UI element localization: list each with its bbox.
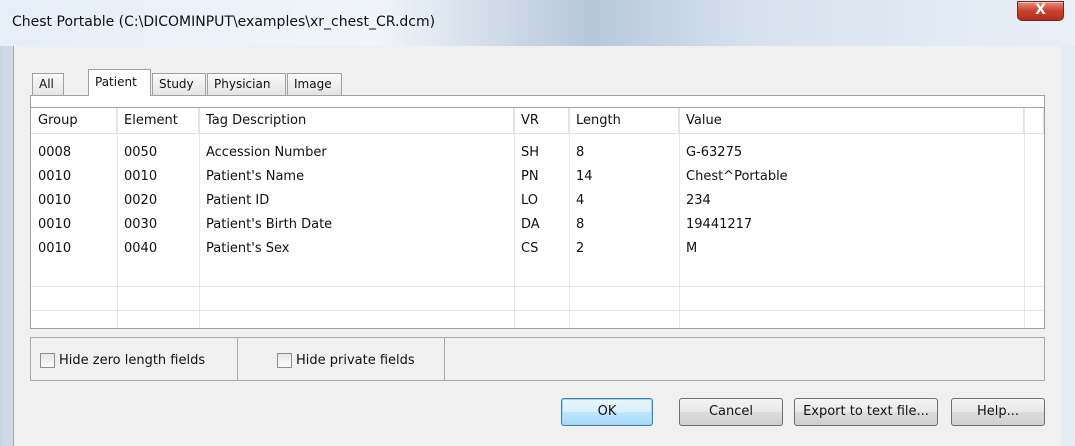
cell-vr: PN bbox=[521, 169, 539, 184]
cell-value: M bbox=[686, 241, 698, 256]
window-title: Chest Portable (C:\DICOMINPUT\examples\x… bbox=[12, 14, 436, 30]
cell-length: 14 bbox=[576, 169, 593, 184]
cell-element: 0010 bbox=[124, 169, 158, 184]
cell-tag-description: Accession Number bbox=[206, 145, 327, 160]
tab-all-label: All bbox=[39, 77, 54, 91]
panel-top-strip bbox=[31, 96, 1044, 108]
cell-length: 8 bbox=[576, 145, 585, 160]
column-header-value[interactable]: Value bbox=[679, 108, 1024, 134]
dicom-tags-dialog: Chest Portable (C:\DICOMINPUT\examples\x… bbox=[0, 0, 1075, 446]
grid-line bbox=[31, 286, 1044, 287]
cell-length: 2 bbox=[576, 241, 585, 256]
column-header-group[interactable]: Group bbox=[31, 108, 117, 134]
option-separator bbox=[444, 338, 445, 380]
table-row[interactable]: 0010 0030 Patient's Birth Date DA 8 1944… bbox=[31, 213, 1044, 237]
tab-image-label: Image bbox=[294, 77, 332, 91]
column-divider bbox=[679, 108, 680, 328]
cell-value: 234 bbox=[686, 193, 711, 208]
title-bar[interactable]: Chest Portable (C:\DICOMINPUT\examples\x… bbox=[0, 0, 1075, 46]
cell-group: 0010 bbox=[38, 169, 72, 184]
cell-element: 0020 bbox=[124, 193, 158, 208]
close-button[interactable]: X bbox=[1017, 1, 1064, 21]
table-row[interactable]: 0010 0010 Patient's Name PN 14 Chest^Por… bbox=[31, 165, 1044, 189]
column-header-element[interactable]: Element bbox=[117, 108, 199, 134]
dialog-body: All Patient Study Physician Image Group … bbox=[13, 46, 1062, 446]
window-border bbox=[0, 46, 2, 446]
column-divider bbox=[514, 108, 515, 328]
cell-group: 0008 bbox=[38, 145, 72, 160]
hide-zero-length-checkbox[interactable] bbox=[40, 352, 55, 368]
table-header: Group Element Tag Description VR Length … bbox=[31, 108, 1044, 134]
column-divider bbox=[1024, 108, 1025, 328]
cell-group: 0010 bbox=[38, 241, 72, 256]
cancel-button[interactable]: Cancel bbox=[679, 398, 783, 426]
cell-vr: CS bbox=[521, 241, 539, 256]
close-icon: X bbox=[1035, 2, 1046, 18]
cell-value: 19441217 bbox=[686, 217, 753, 232]
table-row[interactable]: 0010 0020 Patient ID LO 4 234 bbox=[31, 189, 1044, 213]
cell-element: 0040 bbox=[124, 241, 158, 256]
hide-zero-length-option[interactable]: Hide zero length fields bbox=[40, 351, 205, 369]
cell-value: Chest^Portable bbox=[686, 169, 788, 184]
column-divider bbox=[569, 108, 570, 328]
cell-tag-description: Patient's Sex bbox=[206, 241, 290, 256]
column-header-filler bbox=[1024, 108, 1044, 134]
cell-element: 0050 bbox=[124, 145, 158, 160]
grid-line bbox=[31, 310, 1044, 311]
column-divider bbox=[199, 108, 200, 328]
tab-all[interactable]: All bbox=[32, 73, 64, 95]
cell-length: 4 bbox=[576, 193, 585, 208]
cell-tag-description: Patient's Name bbox=[206, 169, 305, 184]
column-header-length[interactable]: Length bbox=[569, 108, 679, 134]
cell-tag-description: Patient's Birth Date bbox=[206, 217, 333, 232]
cell-value: G-63275 bbox=[686, 145, 743, 160]
export-to-text-file-button[interactable]: Export to text file... bbox=[794, 398, 938, 426]
hide-private-checkbox[interactable] bbox=[277, 352, 292, 368]
cell-group: 0010 bbox=[38, 193, 72, 208]
cell-element: 0030 bbox=[124, 217, 158, 232]
option-separator bbox=[237, 338, 238, 380]
column-header-vr[interactable]: VR bbox=[514, 108, 569, 134]
table-row[interactable]: 0010 0040 Patient's Sex CS 2 M bbox=[31, 237, 1044, 261]
tab-physician-label: Physician bbox=[214, 77, 271, 91]
column-header-tag-description[interactable]: Tag Description bbox=[199, 108, 514, 134]
cell-length: 8 bbox=[576, 217, 585, 232]
tab-image[interactable]: Image bbox=[287, 73, 342, 95]
filter-options-bar: Hide zero length fields Hide private fie… bbox=[30, 337, 1045, 381]
tab-study[interactable]: Study bbox=[152, 73, 206, 95]
help-button[interactable]: Help... bbox=[951, 398, 1045, 426]
hide-private-label[interactable]: Hide private fields bbox=[296, 353, 415, 368]
tag-list-panel: Group Element Tag Description VR Length … bbox=[30, 95, 1045, 329]
hide-zero-length-label[interactable]: Hide zero length fields bbox=[59, 353, 205, 368]
ok-button[interactable]: OK bbox=[561, 398, 653, 426]
cell-vr: LO bbox=[521, 193, 539, 208]
tab-patient[interactable]: Patient bbox=[88, 69, 151, 96]
tab-patient-label: Patient bbox=[95, 75, 137, 89]
tab-physician[interactable]: Physician bbox=[207, 73, 286, 95]
cell-vr: SH bbox=[521, 145, 540, 160]
cell-tag-description: Patient ID bbox=[206, 193, 270, 208]
cell-group: 0010 bbox=[38, 217, 72, 232]
tab-study-label: Study bbox=[159, 77, 194, 91]
column-divider bbox=[117, 108, 118, 328]
table-row[interactable]: 0008 0050 Accession Number SH 8 G-63275 bbox=[31, 141, 1044, 165]
hide-private-option[interactable]: Hide private fields bbox=[277, 351, 415, 369]
cell-vr: DA bbox=[521, 217, 540, 232]
